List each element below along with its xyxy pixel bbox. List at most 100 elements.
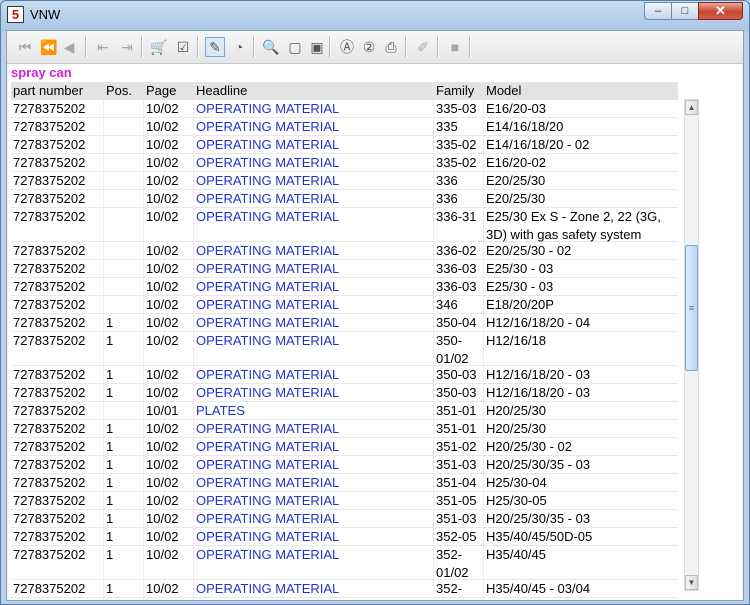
table-row[interactable]: 7278375202 10/02 OPERATING MATERIAL 335-03 E… <box>11 100 678 118</box>
cell-model: E25/30 - 03 <box>486 279 554 294</box>
first-record-icon[interactable]: ⏮ <box>15 37 35 57</box>
vertical-scrollbar[interactable]: ▲ ≡ ▼ <box>684 99 699 591</box>
cell-model: E14/16/18/20 <box>486 119 564 134</box>
table-row[interactable]: 7278375202 10/02 OPERATING MATERIAL 336 E20/… <box>11 172 678 190</box>
cell-part-number: 7278375202 <box>13 403 86 418</box>
next-document-icon[interactable]: ⇥ <box>117 37 137 57</box>
print-icon[interactable]: ⎙ <box>381 37 401 57</box>
cell-part-number: 7278375202 <box>13 333 86 348</box>
table-row[interactable]: 7278375202 10/02 OPERATING MATERIAL 335-02 E… <box>11 154 678 172</box>
cell-headline: OPERATING MATERIAL <box>196 101 340 116</box>
cell-family: 350-03 <box>436 385 477 400</box>
cell-part-number: 7278375202 <box>13 547 86 562</box>
checklist-icon[interactable]: ☑ <box>173 37 193 57</box>
cell-headline: OPERATING MATERIAL <box>196 547 340 562</box>
cell-part-number: 7278375202 <box>13 421 86 436</box>
table-row[interactable]: 7278375202 1 10/02 OPERATING MATERIAL 350-03… <box>11 384 678 402</box>
cell-family: 336-03 <box>436 261 477 276</box>
cell-page: 10/02 <box>146 261 179 276</box>
page-icon[interactable]: ▢ <box>285 37 305 57</box>
cell-page: 10/02 <box>146 581 179 596</box>
cell-page: 10/02 <box>146 101 179 116</box>
scroll-thumb[interactable]: ≡ <box>685 245 698 371</box>
table-body: 7278375202 10/02 OPERATING MATERIAL 335-03 E… <box>11 100 678 600</box>
table-row[interactable]: 7278375202 1 10/02 OPERATING MATERIAL 351-03… <box>11 456 678 474</box>
table-row[interactable]: 7278375202 1 10/02 OPERATING MATERIAL 351-01… <box>11 420 678 438</box>
table-row[interactable]: 7278375202 1 10/02 OPERATING MATERIAL 352-05… <box>11 528 678 546</box>
cell-page: 10/02 <box>146 173 179 188</box>
table-row[interactable]: 7278375202 1 10/02 OPERATING MATERIAL 351-02… <box>11 438 678 456</box>
cell-part-number: 7278375202 <box>13 209 86 224</box>
cell-page: 10/02 <box>146 475 179 490</box>
header-pos[interactable]: Pos. <box>106 83 132 98</box>
cell-model: E20/25/30 <box>486 191 546 206</box>
pie-chart-icon[interactable]: ◔ <box>229 37 249 57</box>
table-row[interactable]: 7278375202 1 10/02 OPERATING MATERIAL 350-04… <box>11 314 678 332</box>
table-row[interactable]: 7278375202 1 10/02 OPERATING MATERIAL 350-01… <box>11 332 678 366</box>
app-icon: 5 <box>7 6 24 23</box>
table-row[interactable]: 7278375202 10/02 OPERATING MATERIAL 335-02 E… <box>11 136 678 154</box>
cell-pos: 1 <box>106 475 114 490</box>
cell-family: 352- <box>436 581 463 596</box>
info-a-icon[interactable]: Ⓐ <box>337 37 357 57</box>
table-row[interactable]: 7278375202 10/01 PLATES 351-01 H20/25/30 <box>11 402 678 420</box>
table-row[interactable]: 7278375202 10/02 OPERATING MATERIAL 336-03 E… <box>11 260 678 278</box>
close-button[interactable]: ✕ <box>698 2 743 20</box>
zoom-icon[interactable]: 🔍 <box>261 37 281 57</box>
table-row[interactable]: 7278375202 10/02 OPERATING MATERIAL 336-31 E… <box>11 208 678 242</box>
cell-model: H12/16/18 <box>486 333 546 348</box>
table-row[interactable]: 7278375202 1 10/02 OPERATING MATERIAL 350-03… <box>11 366 678 384</box>
table-row[interactable]: 7278375202 1 10/02 OPERATING MATERIAL 352- H3… <box>11 580 678 598</box>
cell-part-number: 7278375202 <box>13 243 86 258</box>
cell-family: 351-04 <box>436 475 477 490</box>
title-bar[interactable]: 5 VNW – □ ✕ <box>1 1 749 29</box>
table-row[interactable]: 7278375202 10/02 OPERATING MATERIAL 335 E14/… <box>11 118 678 136</box>
cell-page: 10/02 <box>146 119 179 134</box>
cell-model: H20/25/30/35 - 03 <box>486 457 591 472</box>
table-row[interactable]: 7278375202 1 10/02 OPERATING MATERIAL 352-01… <box>11 546 678 580</box>
cell-family: 351-03 <box>436 511 477 526</box>
cell-family: 351-03 <box>436 457 477 472</box>
cell-part-number: 7278375202 <box>13 315 86 330</box>
stop-icon[interactable]: ■ <box>445 37 465 57</box>
header-family[interactable]: Family <box>436 83 474 98</box>
table-row[interactable]: 7278375202 10/02 OPERATING MATERIAL 346 E18/… <box>11 296 678 314</box>
cell-family: 350-01/02 <box>436 333 469 366</box>
cart-icon[interactable]: 🛒 <box>149 37 169 57</box>
header-model[interactable]: Model <box>486 83 521 98</box>
cell-model: E16/20-02 <box>486 155 546 170</box>
parts-tag-icon[interactable]: ✎ <box>205 37 225 57</box>
fast-back-icon[interactable]: ⏪ <box>39 37 59 57</box>
cell-headline: OPERATING MATERIAL <box>196 279 340 294</box>
cell-headline: OPERATING MATERIAL <box>196 385 340 400</box>
column-divider <box>483 100 484 600</box>
table-row[interactable]: 7278375202 1 10/02 OPERATING MATERIAL 351-04… <box>11 474 678 492</box>
cell-part-number: 7278375202 <box>13 173 86 188</box>
column-divider <box>433 100 434 600</box>
cell-page: 10/02 <box>146 385 179 400</box>
minimize-button[interactable]: – <box>644 2 671 20</box>
prev-document-icon[interactable]: ⇤ <box>93 37 113 57</box>
header-headline[interactable]: Headline <box>196 83 247 98</box>
maximize-button[interactable]: □ <box>671 2 698 20</box>
cell-family: 351-05 <box>436 493 477 508</box>
page-view-icon[interactable]: ▣ <box>307 37 327 57</box>
back-icon[interactable]: ◀ <box>59 37 79 57</box>
table-row[interactable]: 7278375202 10/02 OPERATING MATERIAL 336 E20/… <box>11 190 678 208</box>
cell-page: 10/02 <box>146 421 179 436</box>
tools-icon[interactable]: ✐ <box>413 37 433 57</box>
cell-page: 10/02 <box>146 315 179 330</box>
scroll-down-button[interactable]: ▼ <box>685 575 698 590</box>
cell-headline: OPERATING MATERIAL <box>196 209 340 224</box>
cell-pos: 1 <box>106 511 114 526</box>
toolbar-separator <box>253 36 255 58</box>
toolbar-separator <box>405 36 407 58</box>
table-row[interactable]: 7278375202 1 10/02 OPERATING MATERIAL 351-05… <box>11 492 678 510</box>
header-part-number[interactable]: part number <box>13 83 83 98</box>
header-page[interactable]: Page <box>146 83 176 98</box>
table-row[interactable]: 7278375202 10/02 OPERATING MATERIAL 336-03 E… <box>11 278 678 296</box>
info-2-icon[interactable]: ② <box>359 37 379 57</box>
scroll-up-button[interactable]: ▲ <box>685 100 698 115</box>
table-row[interactable]: 7278375202 1 10/02 OPERATING MATERIAL 351-03… <box>11 510 678 528</box>
table-row[interactable]: 7278375202 10/02 OPERATING MATERIAL 336-02 E… <box>11 242 678 260</box>
